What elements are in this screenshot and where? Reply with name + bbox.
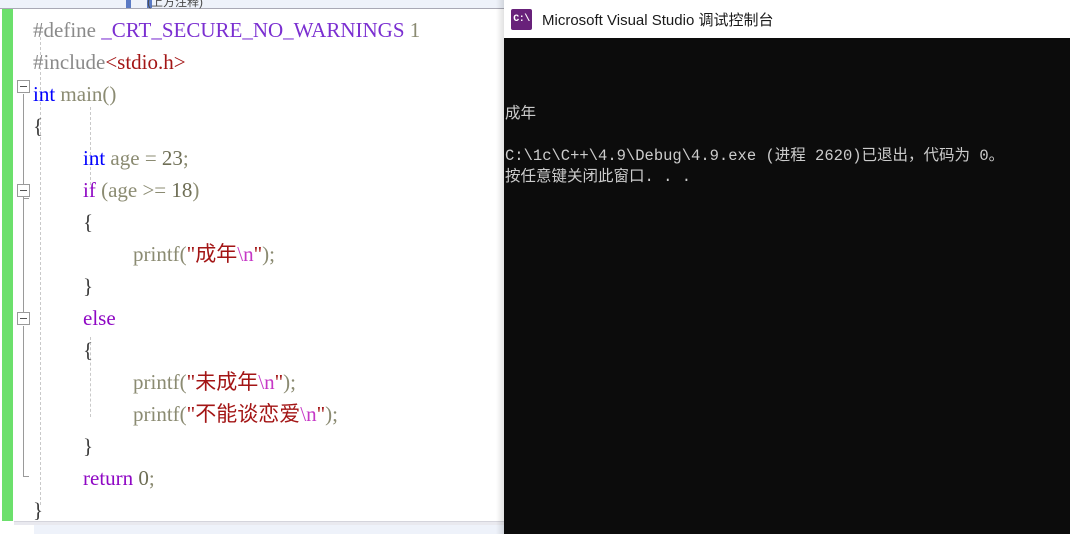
code-token: <stdio.h> bbox=[105, 50, 186, 74]
code-line[interactable]: #define _CRT_SECURE_NO_WARNINGS 1 bbox=[33, 14, 420, 46]
console-window[interactable]: C:\ Microsoft Visual Studio 调试控制台 成年 C:\1… bbox=[504, 0, 1070, 534]
code-token: _CRT_SECURE_NO_WARNINGS bbox=[101, 18, 405, 42]
editor-strip-tick bbox=[126, 0, 131, 8]
code-token: age = bbox=[105, 146, 162, 170]
code-token: 18 bbox=[171, 178, 193, 202]
code-token: { bbox=[83, 338, 94, 362]
code-token: { bbox=[33, 114, 44, 138]
code-token: (age >= bbox=[95, 178, 172, 202]
code-token: \n bbox=[237, 242, 254, 266]
editor-bottom-band bbox=[34, 525, 520, 534]
code-token: #include bbox=[33, 50, 106, 74]
code-token: "未成年 bbox=[186, 370, 259, 394]
code-token: \n bbox=[300, 402, 317, 426]
code-token: 23 bbox=[161, 146, 183, 170]
code-token: else bbox=[83, 306, 116, 330]
code-line[interactable]: else bbox=[83, 302, 116, 334]
console-output-line: C:\1c\C++\4.9\Debug\4.9.exe (进程 2620)已退出… bbox=[505, 147, 1005, 165]
code-line[interactable]: printf("未成年\n"); bbox=[133, 366, 296, 398]
code-token: int bbox=[33, 82, 56, 106]
code-token: main() bbox=[55, 82, 117, 106]
code-token: 0 bbox=[138, 466, 149, 490]
code-line[interactable]: return 0; bbox=[83, 462, 155, 494]
code-line[interactable]: { bbox=[83, 206, 93, 238]
code-token: } bbox=[83, 434, 94, 458]
code-line[interactable]: printf("成年\n"); bbox=[133, 238, 275, 270]
console-output-line: 按任意键关闭此窗口. . . bbox=[505, 168, 692, 186]
editor-top-strip bbox=[0, 0, 520, 9]
code-token: int bbox=[83, 146, 106, 170]
editor-bottom-left-block bbox=[0, 521, 14, 534]
code-token: } bbox=[33, 498, 44, 522]
code-token: ) bbox=[192, 178, 200, 202]
code-token: return bbox=[83, 466, 134, 490]
code-token: ); bbox=[325, 402, 338, 426]
console-window-icon: C:\ bbox=[511, 8, 532, 30]
code-token: printf( bbox=[133, 370, 187, 394]
code-line[interactable]: if (age >= 18) bbox=[83, 174, 199, 206]
code-line[interactable]: int age = 23; bbox=[83, 142, 189, 174]
code-line[interactable]: int main() bbox=[33, 78, 116, 110]
code-line[interactable]: } bbox=[83, 430, 93, 462]
code-line[interactable]: printf("不能谈恋爱\n"); bbox=[133, 398, 338, 430]
console-output-line: 成年 bbox=[505, 105, 537, 123]
code-token: } bbox=[83, 274, 94, 298]
code-token: if bbox=[83, 178, 96, 202]
code-token: printf( bbox=[133, 402, 187, 426]
code-token: \n bbox=[258, 370, 275, 394]
code-token: ; bbox=[182, 146, 189, 170]
console-titlebar[interactable]: C:\ Microsoft Visual Studio 调试控制台 bbox=[504, 0, 1070, 38]
console-output-area[interactable]: 成年 C:\1c\C++\4.9\Debug\4.9.exe (进程 2620)已… bbox=[504, 38, 1070, 534]
code-line[interactable]: { bbox=[83, 334, 93, 366]
code-token: "成年 bbox=[186, 242, 238, 266]
code-token: printf( bbox=[133, 242, 187, 266]
code-token: ); bbox=[283, 370, 296, 394]
code-line[interactable]: } bbox=[83, 270, 93, 302]
code-line[interactable]: { bbox=[33, 110, 43, 142]
console-icon-glyph: C:\ bbox=[513, 13, 530, 25]
code-token: " bbox=[253, 242, 263, 266]
code-line[interactable]: #include<stdio.h> bbox=[33, 46, 186, 78]
code-token: "不能谈恋爱 bbox=[186, 402, 301, 426]
code-token: 1 bbox=[404, 18, 421, 42]
code-token: #define bbox=[33, 18, 102, 42]
code-token: " bbox=[316, 402, 326, 426]
console-window-title: Microsoft Visual Studio 调试控制台 bbox=[542, 11, 774, 29]
code-token: " bbox=[274, 370, 284, 394]
code-text-surface[interactable]: #define _CRT_SECURE_NO_WARNINGS 1 #includ… bbox=[0, 9, 520, 522]
code-token: ; bbox=[148, 466, 155, 490]
code-token: ); bbox=[262, 242, 275, 266]
code-token: { bbox=[83, 210, 94, 234]
screen-root: (上方注释) #define _CRT_SECURE_NO_WARNINGS 1… bbox=[0, 0, 1070, 534]
code-editor-pane[interactable]: (上方注释) #define _CRT_SECURE_NO_WARNINGS 1… bbox=[0, 0, 520, 534]
